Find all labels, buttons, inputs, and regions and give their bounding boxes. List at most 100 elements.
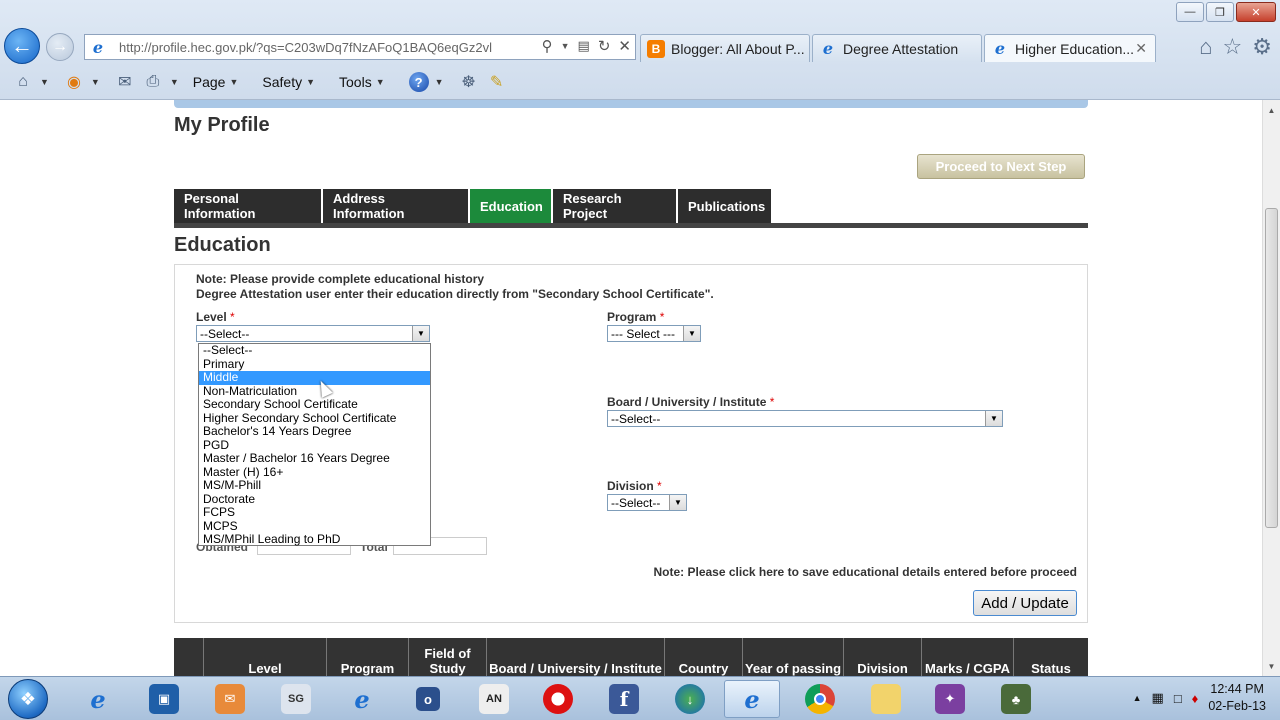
add-update-button[interactable]: Add / Update [973, 590, 1077, 616]
proceed-next-step-button[interactable]: Proceed to Next Step [917, 154, 1085, 179]
chevron-down-icon[interactable]: ▼ [683, 326, 700, 341]
windows-taskbar: ❖ e ▣ ✉ SG e o AN f ↓ e ✦ ♣ ▲ ▦ □ ♦ 12:4… [0, 676, 1280, 720]
tab-degree-attestation[interactable]: e Degree Attestation [812, 34, 982, 62]
scroll-up-icon[interactable]: ▲ [1263, 102, 1280, 118]
back-button[interactable]: ← [4, 28, 40, 64]
tab-blogger[interactable]: B Blogger: All About P... [640, 34, 810, 62]
taskbar-app-cards[interactable]: ♣ [988, 680, 1044, 718]
taskbar-opera[interactable] [530, 680, 586, 718]
taskbar-app-an[interactable]: AN [466, 680, 522, 718]
print-icon[interactable]: ⎙ [142, 72, 164, 92]
board-select[interactable]: --Select-- ▼ [607, 410, 1003, 427]
level-option[interactable]: MCPS [199, 519, 430, 534]
address-bar[interactable]: e http://profile.hec.gov.pk/?qs=C203wDq7… [84, 34, 636, 60]
settings-gear-icon[interactable]: ⚙ [1252, 34, 1272, 60]
chevron-down-icon[interactable]: ▼ [40, 77, 49, 87]
chevron-down-icon[interactable]: ▼ [669, 495, 686, 510]
taskbar-ie-2[interactable]: e [334, 680, 390, 718]
browser-chrome: — ❐ ✕ ← → e http://profile.hec.gov.pk/?q… [0, 0, 1280, 100]
search-icon[interactable]: ⚲ [542, 37, 553, 55]
taskbar-app-o[interactable]: o [400, 680, 456, 718]
level-option[interactable]: PGD [199, 438, 430, 453]
tools-menu[interactable]: Tools ▼ [339, 74, 393, 90]
level-option[interactable]: MS/MPhil Leading to PhD [199, 532, 430, 547]
table-header-level: Level [204, 638, 327, 676]
clock[interactable]: 12:44 PM 02-Feb-13 [1208, 681, 1266, 715]
volume-icon[interactable]: ♦ [1192, 691, 1199, 706]
stop-icon[interactable]: ✕ [618, 37, 631, 55]
table-header-status: Status [1031, 661, 1071, 676]
level-option[interactable]: Master / Bachelor 16 Years Degree [199, 451, 430, 466]
taskbar-mail[interactable]: ✉ [202, 680, 258, 718]
dropdown-caret-icon[interactable]: ▼ [561, 41, 570, 51]
level-option[interactable]: Non-Matriculation [199, 384, 430, 399]
level-option[interactable]: FCPS [199, 505, 430, 520]
favorites-star-icon[interactable]: ☆ [1223, 34, 1243, 60]
taskbar-facebook[interactable]: f [596, 680, 652, 718]
form-note-1: Note: Please provide complete educationa… [196, 272, 485, 286]
level-option[interactable]: Doctorate [199, 492, 430, 507]
chevron-down-icon[interactable]: ▼ [412, 326, 429, 341]
taskbar-chrome[interactable] [792, 680, 848, 718]
scroll-down-icon[interactable]: ▼ [1263, 658, 1280, 674]
tab-education[interactable]: Education [470, 189, 551, 223]
tab-personal-information[interactable]: Personal Information [174, 189, 321, 223]
tab-research-project[interactable]: Research Project [553, 189, 676, 223]
tab-publications[interactable]: Publications [678, 189, 771, 223]
show-hidden-icons-icon[interactable]: ▲ [1133, 693, 1142, 703]
help-icon[interactable]: ? [408, 72, 429, 92]
taskbar-media-center[interactable]: ▣ [136, 680, 192, 718]
chevron-down-icon[interactable]: ▼ [985, 411, 1002, 426]
network-icon[interactable]: ▦ [1152, 690, 1164, 706]
close-window-button[interactable]: ✕ [1236, 2, 1276, 22]
division-select[interactable]: --Select-- ▼ [607, 494, 687, 511]
rss-feed-icon[interactable]: ◉ [63, 72, 85, 92]
pen-icon[interactable]: ✎ [486, 72, 508, 92]
tab-higher-education[interactable]: e Higher Education... ✕ [984, 34, 1156, 62]
chevron-down-icon[interactable]: ▼ [91, 77, 100, 87]
mail-icon[interactable]: ✉ [114, 72, 136, 92]
page-menu[interactable]: Page ▼ [193, 74, 247, 90]
refresh-icon[interactable]: ↻ [598, 37, 611, 55]
program-select[interactable]: --- Select --- ▼ [607, 325, 701, 342]
tab-address-information[interactable]: Address Information [323, 189, 468, 223]
program-label: Program * [607, 310, 665, 324]
chevron-down-icon[interactable]: ▼ [170, 77, 179, 87]
taskbar-ie-active[interactable]: e [724, 680, 780, 718]
level-select[interactable]: --Select-- ▼ [196, 325, 430, 342]
url-text[interactable]: http://profile.hec.gov.pk/?qs=C203wDq7fN… [119, 40, 519, 55]
taskbar-sg-app[interactable]: SG [268, 680, 324, 718]
level-dropdown-list[interactable]: --Select-- Primary Middle Non-Matriculat… [198, 343, 431, 546]
restore-button[interactable]: ❐ [1206, 2, 1234, 22]
level-option[interactable]: --Select-- [199, 343, 430, 358]
education-table-header: Level Program Field of Study Board / Uni… [174, 638, 1088, 676]
start-button[interactable]: ❖ [8, 679, 48, 719]
home-icon[interactable]: ⌂ [1199, 34, 1212, 60]
chevron-down-icon[interactable]: ▼ [435, 77, 444, 87]
vertical-scrollbar[interactable]: ▲ ▼ [1262, 100, 1280, 676]
browser-tools: ⌂ ☆ ⚙ [1199, 34, 1272, 60]
taskbar-app-purple[interactable]: ✦ [922, 680, 978, 718]
level-option[interactable]: Bachelor's 14 Years Degree [199, 424, 430, 439]
taskbar-explorer[interactable] [858, 680, 914, 718]
board-label: Board / University / Institute * [607, 395, 775, 409]
level-option[interactable]: Secondary School Certificate [199, 397, 430, 412]
level-option[interactable]: Higher Secondary School Certificate [199, 411, 430, 426]
level-option[interactable]: Master (H) 16+ [199, 465, 430, 480]
home-icon[interactable]: ⌂ [12, 72, 34, 92]
taskbar-ie[interactable]: e [70, 680, 126, 718]
forward-button[interactable]: → [46, 33, 74, 61]
minimize-button[interactable]: — [1176, 2, 1204, 22]
level-option[interactable]: MS/M-Phill [199, 478, 430, 493]
taskbar-download-manager[interactable]: ↓ [662, 680, 718, 718]
table-header-field-of-study: Field of Study [409, 638, 487, 676]
ie-page-icon: e [822, 39, 834, 58]
level-option[interactable]: Primary [199, 357, 430, 372]
folder-icon [871, 684, 901, 714]
research-icon[interactable]: ☸ [458, 72, 480, 92]
compatibility-view-icon[interactable]: ▤ [578, 38, 590, 54]
safety-menu[interactable]: Safety ▼ [262, 74, 323, 90]
scrollbar-thumb[interactable] [1265, 208, 1278, 528]
close-tab-icon[interactable]: ✕ [1135, 40, 1147, 57]
power-icon[interactable]: □ [1174, 691, 1182, 706]
